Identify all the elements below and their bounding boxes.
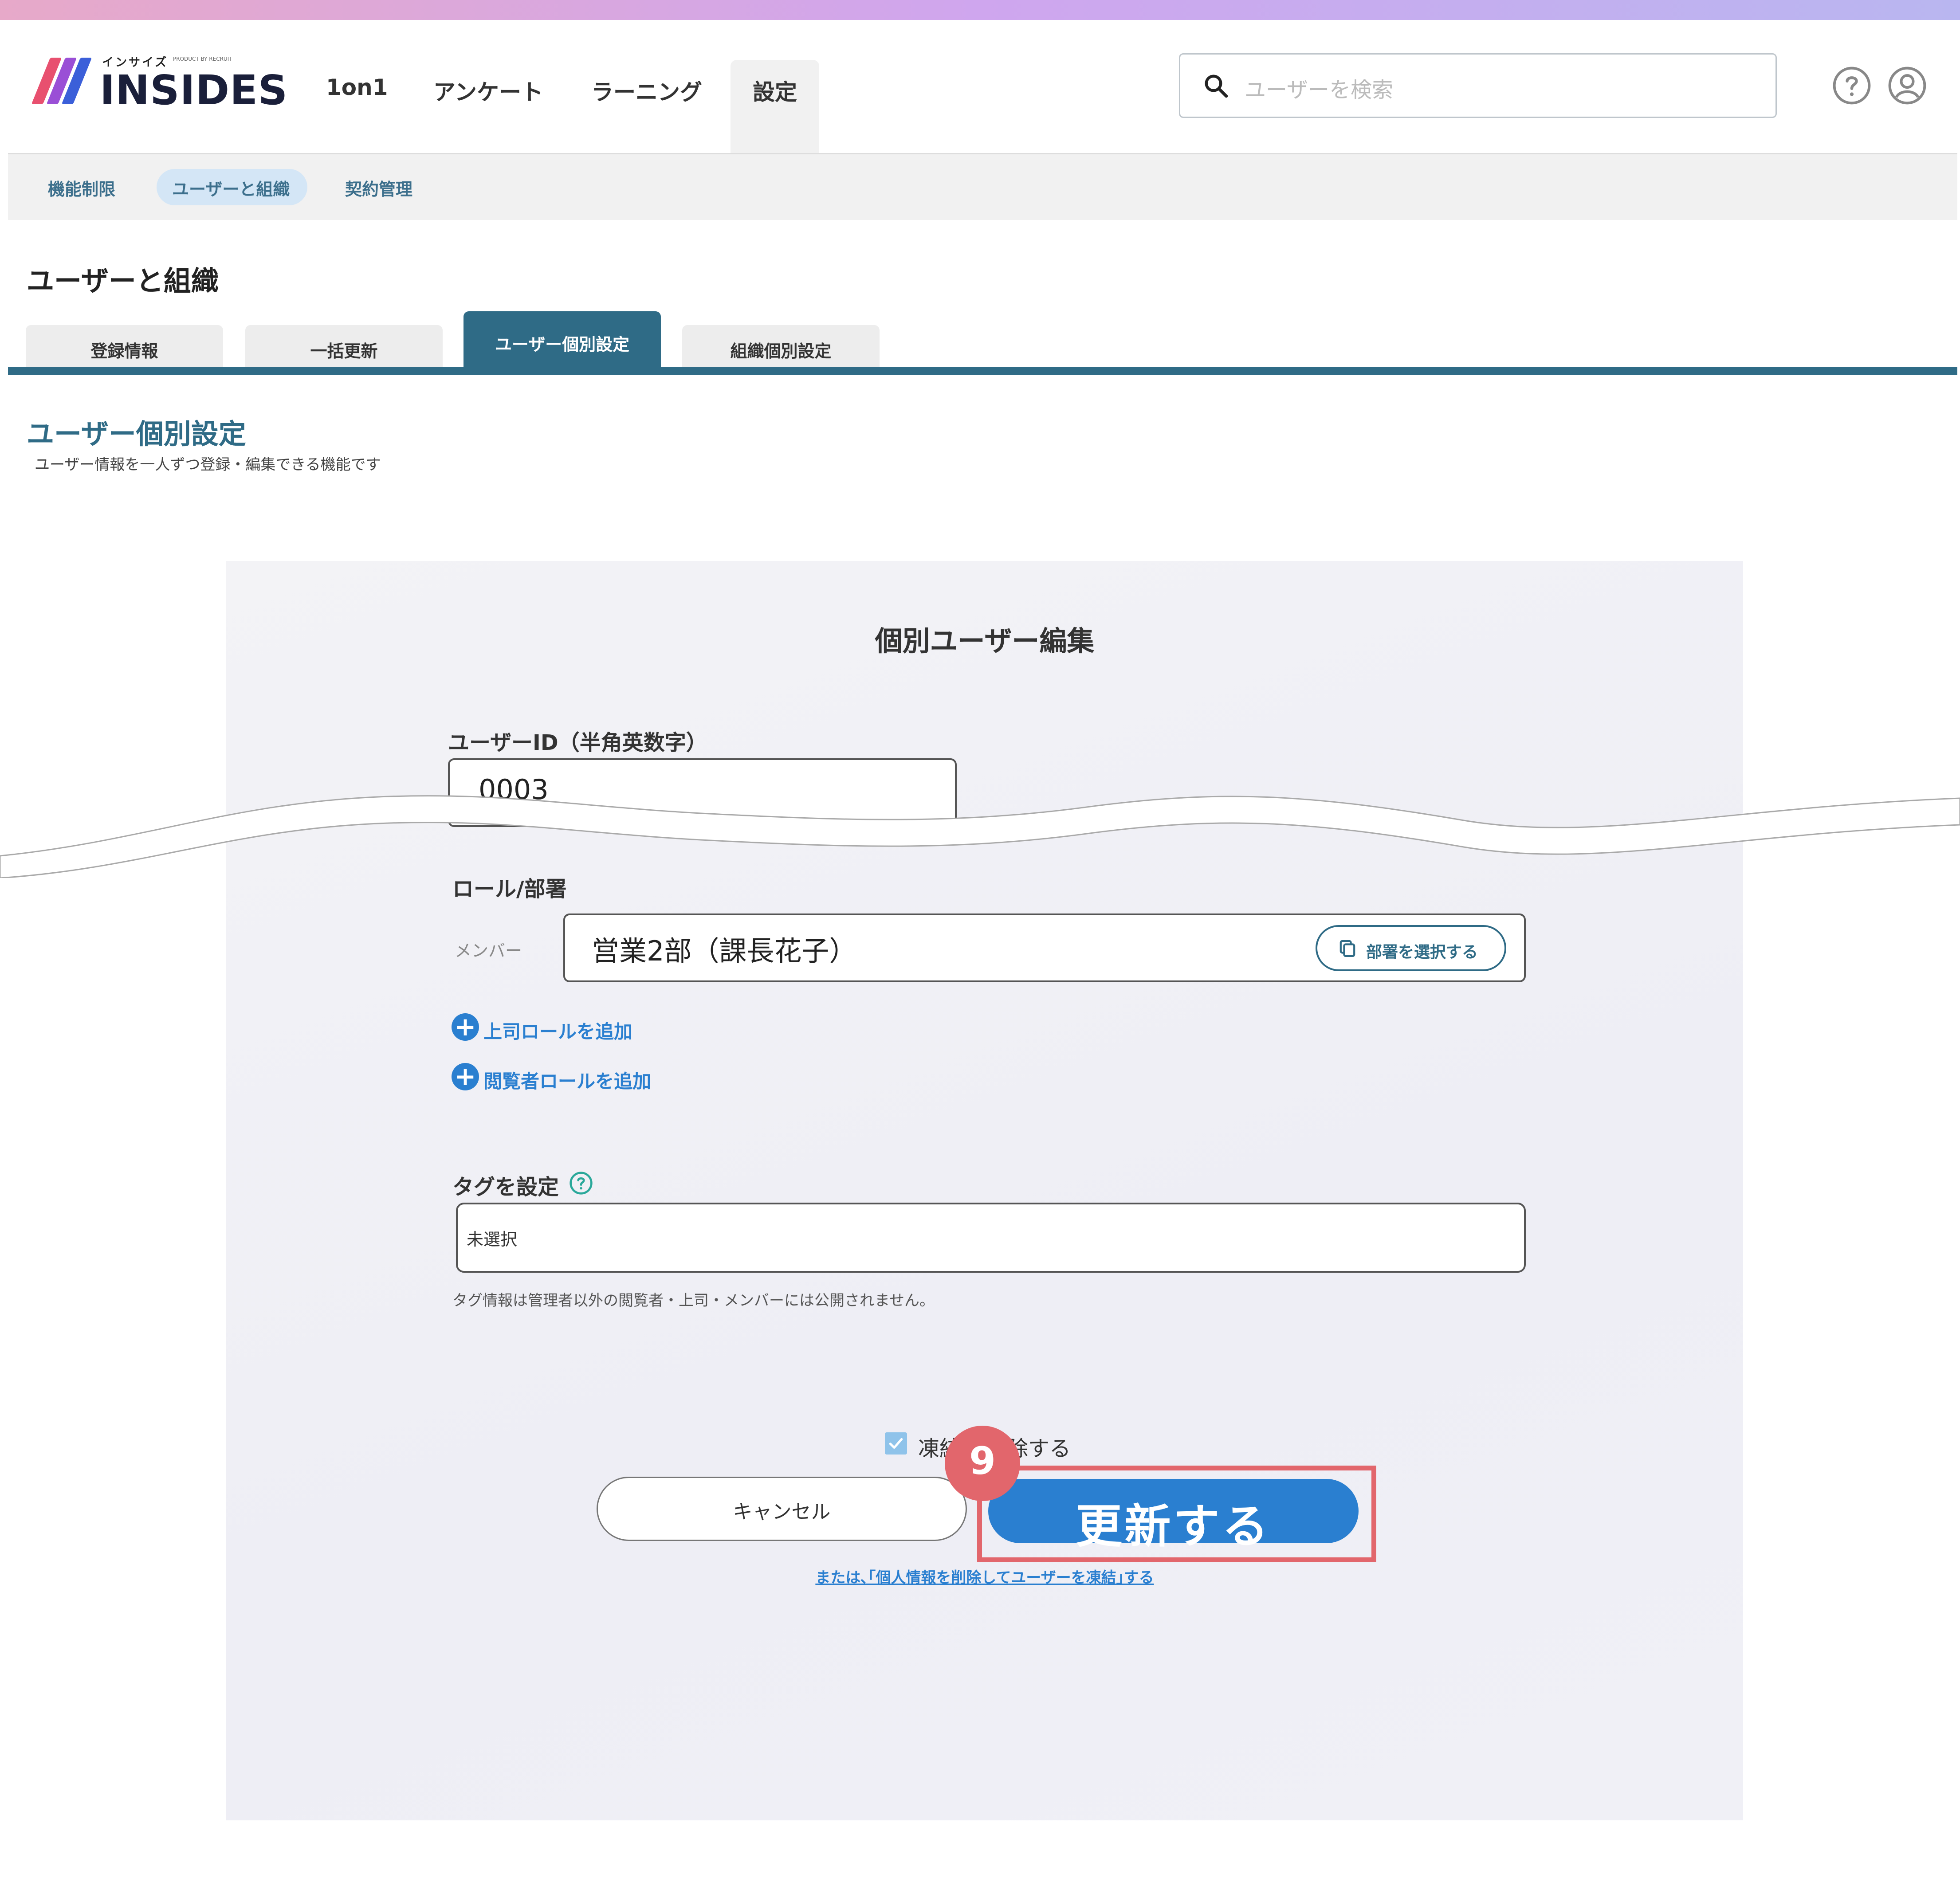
subnav-contract[interactable]: 契約管理 xyxy=(345,176,412,200)
tab-registration-info[interactable]: 登録情報 xyxy=(26,325,223,369)
update-button-highlight xyxy=(977,1466,1376,1562)
nav-learning[interactable]: ラーニング xyxy=(591,74,702,106)
add-boss-role-label: 上司ロールを追加 xyxy=(483,1021,633,1043)
copy-icon xyxy=(1339,940,1355,957)
select-department-label: 部署を選択する xyxy=(1366,943,1478,961)
user-search-box[interactable]: ユーザーを検索 xyxy=(1179,53,1777,118)
cancel-button[interactable]: キャンセル xyxy=(597,1477,967,1541)
subnav-feature-limits[interactable]: 機能制限 xyxy=(48,176,115,200)
tag-note: タグ情報は管理者以外の閲覧者・上司・メンバーには公開されません。 xyxy=(452,1292,935,1310)
step-badge: 9 xyxy=(945,1426,1020,1501)
cancel-label: キャンセル xyxy=(733,1501,831,1523)
role-dept-value: 営業2部（課長花子） xyxy=(592,935,857,967)
tab-org-individual[interactable]: 組織個別設定 xyxy=(682,325,880,369)
tab-user-individual[interactable]: ユーザー個別設定 xyxy=(463,311,661,369)
tag-placeholder: 未選択 xyxy=(467,1230,518,1249)
role-member-label: メンバー xyxy=(455,941,522,961)
nav-1on1[interactable]: 1on1 xyxy=(326,74,388,100)
nav-active-background xyxy=(731,60,819,153)
subnav-users-and-org[interactable]: ユーザーと組織 xyxy=(172,176,290,200)
section-title: ユーザーと組織 xyxy=(27,265,219,297)
select-department-button[interactable]: 部署を選択する xyxy=(1316,925,1506,971)
tag-label: タグを設定 xyxy=(452,1175,559,1200)
tab-bulk-update[interactable]: 一括更新 xyxy=(245,325,443,369)
insides-logo[interactable]: インサイズ PRODUCT BY RECRUIT INSIDES xyxy=(31,53,287,115)
tab-label: ユーザー個別設定 xyxy=(495,335,630,354)
user-id-label: ユーザーID（半角英数字） xyxy=(448,730,707,755)
user-edit-card: 個別ユーザー編集 ユーザーID（半角英数字） 0003 ロール/部署 メンバー … xyxy=(226,561,1743,1820)
step-number: 9 xyxy=(969,1439,996,1483)
nav-survey[interactable]: アンケート xyxy=(433,74,543,106)
logo-wordmark: INSIDES xyxy=(100,67,288,114)
tag-select[interactable]: 未選択 xyxy=(456,1203,1526,1273)
plus-circle-icon: + xyxy=(452,1063,479,1090)
logo-byline: PRODUCT BY RECRUIT xyxy=(173,56,232,62)
search-icon xyxy=(1205,74,1228,98)
plus-circle-icon: + xyxy=(452,1013,479,1041)
search-placeholder: ユーザーを検索 xyxy=(1245,78,1394,102)
help-icon[interactable] xyxy=(1832,66,1872,106)
card-title: 個別ユーザー編集 xyxy=(875,625,1095,657)
settings-subnav: 機能制限 ユーザーと組織 契約管理 xyxy=(8,153,1957,220)
delete-and-freeze-link[interactable]: または､｢個人情報を削除してユーザーを凍結｣する xyxy=(670,1565,1300,1587)
tab-label: 組織個別設定 xyxy=(730,341,832,361)
role-dept-field[interactable]: 営業2部（課長花子） 部署を選択する xyxy=(563,914,1526,982)
tab-label: 一括更新 xyxy=(310,341,378,361)
page-heading: ユーザー個別設定 xyxy=(27,418,246,450)
unfreeze-checkbox[interactable] xyxy=(885,1432,907,1455)
top-gradient-bar xyxy=(0,0,1960,20)
logo-mark-icon xyxy=(31,58,92,104)
check-icon xyxy=(889,1438,903,1449)
nav-settings[interactable]: 設定 xyxy=(753,74,797,106)
add-viewer-role-label: 閲覧者ロールを追加 xyxy=(483,1070,652,1092)
user-account-icon[interactable] xyxy=(1887,66,1927,106)
tab-underline xyxy=(8,367,1957,375)
omission-wave xyxy=(0,795,1960,878)
tab-label: 登録情報 xyxy=(90,341,158,361)
tag-help-icon[interactable] xyxy=(569,1171,593,1196)
page-description: ユーザー情報を一人ずつ登録・編集できる機能です xyxy=(35,456,381,474)
